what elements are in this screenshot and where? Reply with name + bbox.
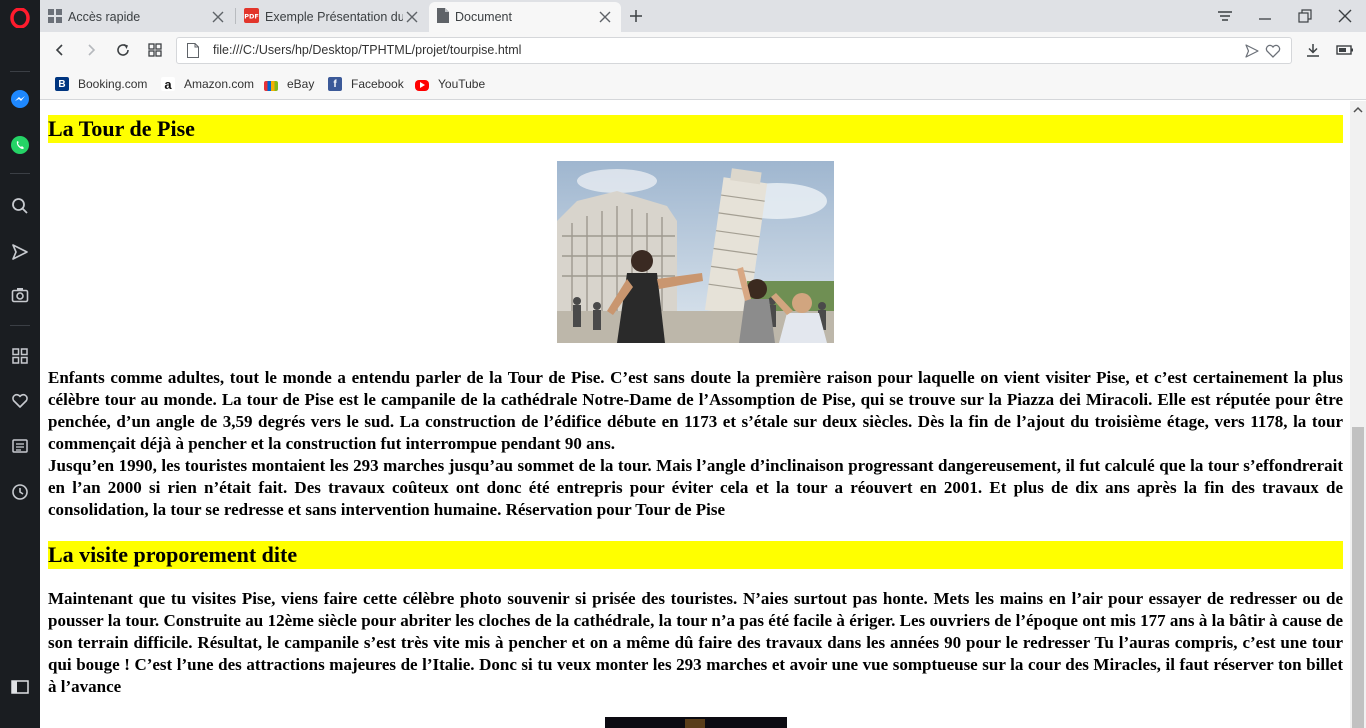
close-icon[interactable] [210, 9, 226, 25]
bookmarks-bar: B Booking.com a Amazon.com eBay f Facebo… [40, 68, 1366, 100]
sidebar-separator [10, 71, 30, 72]
heart-icon[interactable] [1265, 44, 1281, 61]
bookmark-label: YouTube [438, 77, 486, 91]
document-icon [437, 8, 449, 26]
tab-title: Accès rapide [68, 10, 141, 24]
scrollbar-thumb[interactable] [1352, 427, 1364, 728]
bookmark-label: Facebook [351, 77, 404, 91]
messenger-icon[interactable] [8, 87, 32, 111]
close-window-button[interactable] [1332, 4, 1358, 28]
page-viewport: La Tour de Pise Enfants comme adultes, t… [40, 101, 1350, 728]
sidebar [0, 0, 40, 728]
close-icon[interactable] [597, 9, 613, 25]
svg-text:PDF: PDF [244, 13, 259, 21]
send-icon[interactable] [8, 240, 32, 264]
minimize-button[interactable] [1252, 4, 1278, 28]
pdf-icon: PDF [244, 8, 259, 26]
forward-button[interactable] [80, 39, 102, 61]
speed-dial-icon[interactable] [144, 39, 166, 61]
send-icon[interactable] [1245, 44, 1259, 61]
tab-title: Document [455, 10, 512, 24]
heart-icon[interactable] [8, 389, 32, 413]
section-heading-visite: La visite proporement dite [48, 541, 1343, 569]
pisa-tower-photo [557, 161, 834, 343]
vertical-scrollbar[interactable] [1350, 101, 1366, 728]
new-tab-button[interactable] [623, 4, 649, 28]
bookmark-label: eBay [287, 77, 315, 91]
sidebar-separator [10, 173, 30, 174]
section-heading-tour-de-pise: La Tour de Pise [48, 115, 1343, 143]
close-icon[interactable] [404, 9, 420, 25]
tab-title: Exemple Présentation du p [265, 10, 403, 24]
paragraph-history: Jusqu’en 1990, les touristes montaient l… [48, 456, 1343, 519]
amazon-icon: a [161, 77, 175, 92]
address-bar[interactable]: file:///C:/Users/hp/Desktop/TPHTML/proje… [176, 37, 1292, 64]
search-icon[interactable] [8, 194, 32, 218]
download-icon[interactable] [1302, 39, 1324, 61]
battery-icon[interactable] [1334, 39, 1356, 61]
camera-icon[interactable] [8, 283, 32, 307]
bookmark-label: Amazon.com [184, 77, 255, 91]
bookmark-booking[interactable]: B Booking.com [55, 75, 147, 93]
tab-strip: Accès rapide PDF Exemple Présentation du… [40, 0, 1366, 32]
bookmark-ebay[interactable]: eBay [264, 75, 314, 93]
bookmark-facebook[interactable]: f Facebook [328, 75, 404, 93]
restore-button[interactable] [1292, 4, 1318, 28]
news-icon[interactable] [8, 434, 32, 458]
facebook-icon: f [328, 77, 342, 91]
bookmark-youtube[interactable]: YouTube [415, 75, 485, 93]
url-text: file:///C:/Users/hp/Desktop/TPHTML/proje… [213, 43, 522, 57]
paragraph-visite: Maintenant que tu visites Pise, viens fa… [48, 589, 1343, 696]
sidebar-toggle-icon[interactable] [8, 675, 32, 699]
ebay-icon [264, 81, 278, 91]
scroll-up-icon[interactable] [1353, 103, 1363, 117]
history-icon[interactable] [8, 480, 32, 504]
youtube-icon [415, 79, 429, 91]
tab-acces-rapide[interactable]: Accès rapide [40, 2, 234, 32]
back-button[interactable] [49, 39, 71, 61]
opera-logo-icon[interactable] [8, 6, 32, 30]
booking-icon: B [55, 77, 69, 91]
address-toolbar: file:///C:/Users/hp/Desktop/TPHTML/proje… [40, 32, 1366, 68]
tab-menu-icon[interactable] [1212, 4, 1238, 28]
grid-icon [48, 8, 62, 26]
speed-dial-icon[interactable] [8, 344, 32, 368]
whatsapp-icon[interactable] [8, 133, 32, 157]
file-icon [187, 43, 199, 61]
bookmark-label: Booking.com [78, 77, 148, 91]
second-photo [605, 717, 787, 728]
bookmark-amazon[interactable]: a Amazon.com [161, 75, 254, 93]
tab-document[interactable]: Document [429, 2, 621, 32]
paragraph-intro: Enfants comme adultes, tout le monde a e… [48, 368, 1343, 453]
tab-exemple-presentation[interactable]: PDF Exemple Présentation du p [236, 2, 428, 32]
sidebar-separator [10, 325, 30, 326]
reload-button[interactable] [112, 39, 134, 61]
